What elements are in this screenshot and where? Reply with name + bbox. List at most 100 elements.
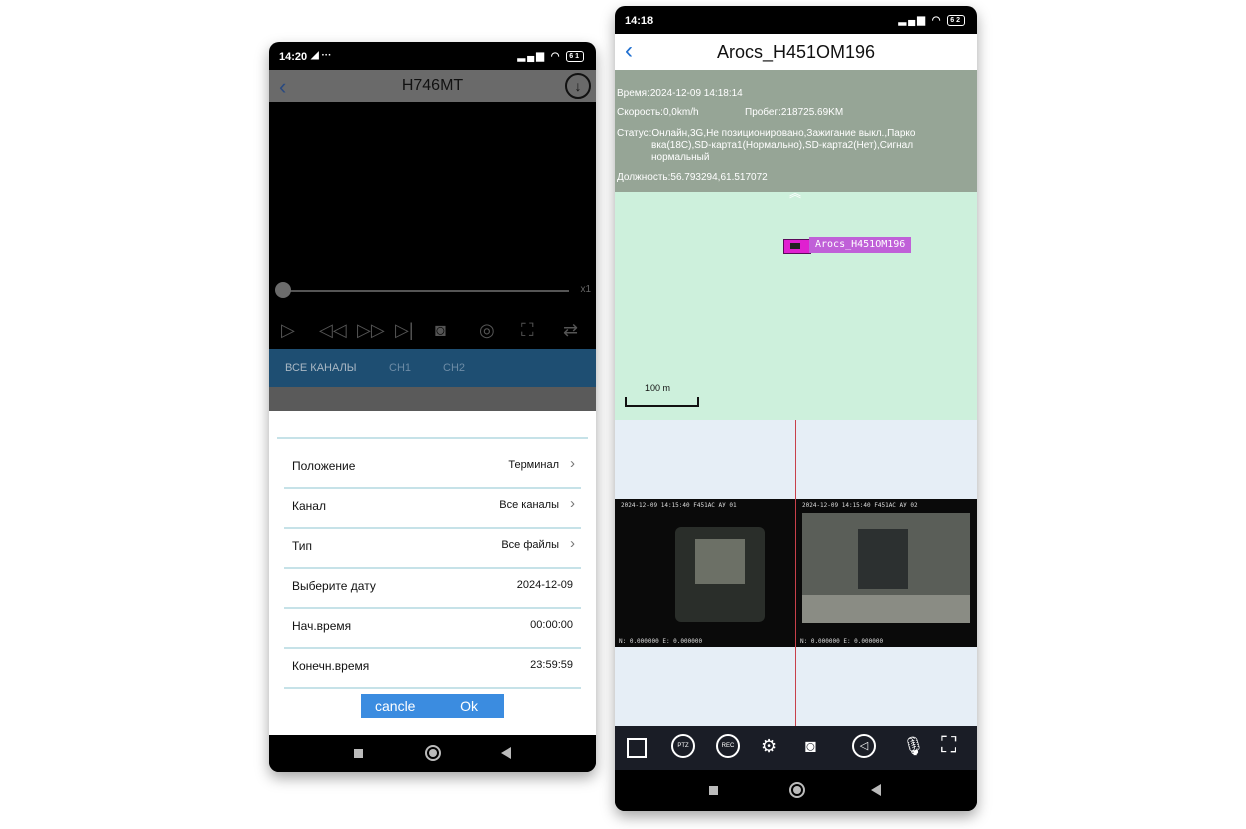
row-end-time[interactable]: Конечн.время 23:59:59: [284, 647, 581, 689]
info-coords: Должность:56.793294,61.517072: [617, 172, 768, 183]
gear-icon[interactable]: ⚙: [761, 736, 777, 757]
video-grid: 2024-12-09 14:15:40 F451AC АУ 01 N: 0.00…: [615, 420, 977, 726]
back-icon[interactable]: [501, 747, 511, 759]
home-icon[interactable]: [789, 782, 805, 798]
header: ‹ Н746МТ ↓: [269, 70, 596, 102]
row-value: 23:59:59: [530, 659, 573, 671]
row-position[interactable]: Положение Терминал ›: [284, 447, 581, 489]
video-cell-empty[interactable]: [796, 420, 977, 499]
info-status-line2: вка(18С),SD-карта1(Нормально),SD-карта2(…: [651, 140, 914, 151]
status-icons: ▂▄▆ ◠ 61: [517, 51, 584, 62]
row-value: 2024-12-09: [516, 579, 573, 591]
skip-next-icon[interactable]: ▷|: [395, 320, 414, 341]
recents-icon[interactable]: [354, 749, 363, 758]
cam2-floor: [802, 595, 970, 623]
volume-icon[interactable]: ◎: [479, 320, 495, 341]
fullscreen-icon[interactable]: ⛶: [521, 320, 534, 341]
stop-icon[interactable]: [627, 738, 647, 758]
video-cell-empty[interactable]: [615, 420, 795, 499]
status-time: 14:18: [625, 15, 654, 27]
video-cell-empty[interactable]: [615, 647, 795, 726]
android-nav-bar: [269, 735, 596, 772]
row-date[interactable]: Выберите дату 2024-12-09: [284, 567, 581, 609]
row-label: Конечн.время: [292, 659, 370, 673]
playback-speed[interactable]: x1: [580, 284, 591, 295]
video-player[interactable]: [269, 102, 596, 317]
info-speed: Скорость:0,0km/h: [617, 107, 699, 118]
search-sheet: Положение Терминал › Канал Все каналы › …: [269, 411, 596, 735]
wifi-icon: ◠: [931, 15, 943, 27]
row-label: Положение: [292, 459, 356, 473]
tab-ch2[interactable]: CH2: [443, 362, 465, 374]
recents-icon[interactable]: [709, 786, 718, 795]
status-bar: 14:20 ◢ ··· ▂▄▆ ◠ 61: [269, 42, 596, 70]
row-channel[interactable]: Канал Все каналы ›: [284, 487, 581, 529]
play-icon[interactable]: ▷: [281, 320, 295, 341]
cam-osd: 2024-12-09 14:15:40 F451AC АУ 02: [802, 502, 918, 509]
vehicle-info-panel: Время:2024-12-09 14:18:14 Скорость:0,0km…: [615, 70, 977, 192]
right-phone-screen: 14:18 ▂▄▆ ◠ 62 ‹ Arocs_H451OM196 Время:2…: [615, 6, 977, 811]
wifi-icon: ◠: [550, 51, 562, 63]
status-icons: ▂▄▆ ◠ 62: [898, 15, 965, 26]
map-view[interactable]: ︽ Arocs_H451OM196 100 m: [615, 186, 977, 420]
chevron-right-icon: ›: [570, 455, 575, 472]
cam2-door: [858, 529, 908, 589]
divider: [277, 437, 588, 439]
dialog-buttons: cancle Ok: [361, 694, 504, 718]
row-start-time[interactable]: Нач.время 00:00:00: [284, 607, 581, 649]
microphone-icon[interactable]: 🎙: [902, 736, 925, 757]
home-icon[interactable]: [425, 745, 441, 761]
video-cell-cam2[interactable]: 2024-12-09 14:15:40 F451AC АУ 02 N: 0.00…: [796, 499, 977, 647]
grid-divider: [795, 420, 796, 726]
row-label: Канал: [292, 499, 326, 513]
player-controls: ▷ ◁◁ ▷▷ ▷| ◙ ◎ ⛶ ⇄: [269, 317, 596, 349]
video-cell-cam1[interactable]: 2024-12-09 14:15:40 F451AC АУ 01 N: 0.00…: [615, 499, 795, 647]
chevron-right-icon: ›: [570, 495, 575, 512]
row-value: Терминал: [508, 459, 559, 471]
info-time: Время:2024-12-09 14:18:14: [617, 88, 743, 99]
video-cell-empty[interactable]: [796, 647, 977, 726]
ptz-icon[interactable]: PTZ: [671, 734, 695, 758]
row-label: Тип: [292, 539, 313, 553]
row-label: Нач.время: [292, 619, 352, 633]
left-phone-screen: 14:20 ◢ ··· ▂▄▆ ◠ 61 ‹ Н746МТ ↓ x1 ▷ ◁◁ …: [269, 42, 596, 772]
status-bar: 14:18 ▂▄▆ ◠ 62: [615, 6, 977, 34]
channel-tabs: ВСЕ КАНАЛЫ CH1 CH2: [269, 349, 596, 387]
ok-button[interactable]: Ok: [460, 698, 478, 714]
page-title: Н746МТ: [401, 77, 464, 94]
cancel-button[interactable]: cancle: [375, 698, 415, 714]
info-status-line1: Статус:Онлайн,3G,Не позиционировано,Зажи…: [617, 128, 916, 139]
switch-icon[interactable]: ⇄: [563, 320, 578, 341]
speaker-icon[interactable]: ◁: [852, 734, 876, 758]
fullscreen-icon[interactable]: ⛶: [941, 732, 956, 758]
battery-icon: 61: [566, 51, 584, 62]
cam-osd-coords: N: 0.000000 E: 0.000000: [800, 638, 884, 645]
progress-slider[interactable]: [275, 282, 569, 298]
rewind-icon[interactable]: ◁◁: [319, 320, 347, 341]
row-value: Все каналы: [499, 499, 559, 511]
signal-icon: ▂▄▆: [898, 15, 927, 27]
info-status-line3: нормальный: [651, 152, 710, 163]
vehicle-marker-label: Arocs_H451OM196: [809, 237, 912, 253]
download-icon[interactable]: ↓: [565, 73, 591, 99]
row-label: Выберите дату: [292, 579, 376, 593]
map-scale-label: 100 m: [645, 383, 671, 393]
cam-osd-coords: N: 0.000000 E: 0.000000: [619, 638, 703, 645]
overlay-dim: [269, 387, 596, 411]
tab-all-channels[interactable]: ВСЕ КАНАЛЫ: [285, 362, 357, 374]
chevron-right-icon: ›: [570, 535, 575, 552]
back-icon[interactable]: [871, 784, 881, 796]
status-time: 14:20: [279, 51, 308, 63]
cam1-window: [695, 539, 745, 584]
fast-forward-icon[interactable]: ▷▷: [357, 320, 385, 341]
progress-knob[interactable]: [275, 282, 291, 298]
chevron-up-icon[interactable]: ︽: [789, 184, 801, 201]
header: ‹ Arocs_H451OM196: [615, 34, 977, 70]
row-type[interactable]: Тип Все файлы ›: [284, 527, 581, 569]
camera-icon[interactable]: ◙: [435, 320, 446, 341]
live-toolbar: PTZ REC ⚙ ◙ ◁ 🎙 ⛶: [615, 726, 977, 770]
camera-icon[interactable]: ◙: [805, 736, 816, 757]
record-icon[interactable]: REC: [716, 734, 740, 758]
tab-ch1[interactable]: CH1: [389, 362, 411, 374]
cam-osd: 2024-12-09 14:15:40 F451AC АУ 01: [621, 502, 737, 509]
